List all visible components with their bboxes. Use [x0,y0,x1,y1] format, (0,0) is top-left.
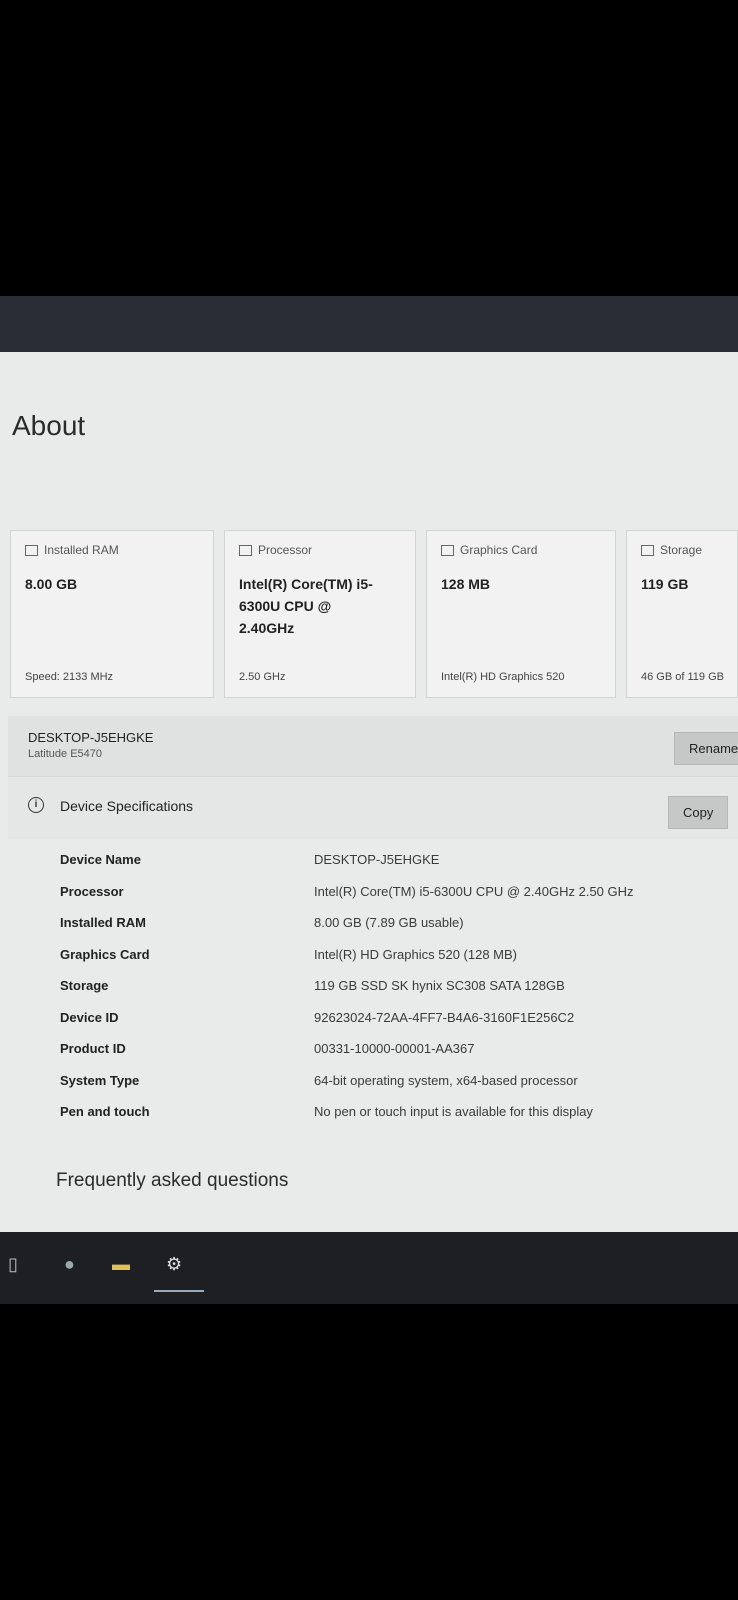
card-subtext: 46 GB of 119 GB [641,671,724,683]
spec-key: Device Name [60,852,141,867]
card-value: 119 GB [641,576,689,592]
storage-icon [641,545,654,557]
spec-value: No pen or touch input is available for t… [314,1104,593,1119]
ram-icon [25,545,38,557]
spec-row: Storage 119 GB SSD SK hynix SC308 SATA 12… [0,978,738,1002]
spec-row: Device ID 92623024-72AA-4FF7-B4A6-3160F1E… [0,1010,738,1034]
card-label: Graphics Card [460,543,538,557]
spec-key: Storage [60,978,109,993]
spec-key: Installed RAM [60,915,146,930]
spec-value: 64-bit operating system, x64-based proce… [314,1073,578,1088]
spec-row: Processor Intel(R) Core(TM) i5-6300U CPU … [0,884,738,908]
info-icon: i [28,797,44,813]
spec-row: Product ID 00331-10000-00001-AA367 [0,1041,738,1065]
spec-key: Graphics Card [60,947,150,962]
card-label: Installed RAM [44,543,119,557]
paint-icon[interactable]: ● [64,1254,75,1275]
spec-key: Product ID [60,1041,126,1056]
card-label: Processor [258,543,313,557]
device-specifications-header[interactable]: i Device Specifications [8,776,738,839]
spec-row: Graphics Card Intel(R) HD Graphics 520 (1… [0,947,738,971]
spec-value: Intel(R) HD Graphics 520 (128 MB) [314,947,518,962]
graphics-card-icon [441,545,454,557]
active-app-indicator [154,1290,204,1292]
card-label: Storage [660,543,703,557]
settings-window: About Installed RAM 8.00 GB Speed: 2133 … [0,352,738,1232]
rename-button[interactable]: Rename [674,732,738,765]
spec-value: 8.00 GB (7.89 GB usable) [314,915,464,930]
faq-heading: Frequently asked questions [56,1170,289,1191]
task-view-icon[interactable]: ▯ [8,1254,18,1275]
card-subtext: Intel(R) HD Graphics 520 [441,671,565,683]
spec-row: System Type 64-bit operating system, x64-… [0,1073,738,1097]
spec-row: Pen and touch No pen or touch input is av… [0,1104,738,1128]
spec-key: System Type [60,1073,140,1088]
spec-value: 92623024-72AA-4FF7-B4A6-3160F1E256C2 [314,1010,575,1025]
processor-icon [239,545,252,557]
spec-key: Device ID [60,1010,119,1025]
card-storage: Storage 119 GB 46 GB of 119 GB [626,530,738,698]
spec-value: Intel(R) Core(TM) i5-6300U CPU @ 2.40GHz… [314,884,634,899]
page-title: About [12,410,86,441]
spec-value: 00331-10000-00001-AA367 [314,1041,475,1056]
card-subtext: Speed: 2133 MHz [25,671,114,683]
spec-key: Processor [60,884,124,899]
device-specifications-title: Device Specifications [60,798,194,814]
settings-icon[interactable]: ⚙ [166,1254,182,1275]
spec-value: 119 GB SSD SK hynix SC308 SATA 128GB [314,978,565,993]
spec-value: DESKTOP-J5EHGKE [314,852,440,867]
device-name-section: DESKTOP-J5EHGKE Latitude E5470 [8,716,738,776]
card-processor: Processor Intel(R) Core(TM) i5-6300U CPU… [224,530,416,698]
card-value: 8.00 GB [25,576,78,592]
copy-button[interactable]: Copy [668,796,729,829]
card-subtext: 2.50 GHz [239,671,286,683]
monitor-bezel [0,296,738,356]
spec-row: Device Name DESKTOP-J5EHGKE [0,852,738,876]
taskbar: ▯ ● ▬ ⚙ [0,1232,738,1304]
card-value: 128 MB [441,576,491,592]
card-value: Intel(R) Core(TM) i5-6300U CPU @ 2.40GHz [239,576,373,636]
card-installed-ram: Installed RAM 8.00 GB Speed: 2133 MHz [10,530,214,698]
device-model: Latitude E5470 [28,748,103,760]
device-name: DESKTOP-J5EHGKE [28,730,154,745]
file-explorer-icon[interactable]: ▬ [112,1254,130,1275]
spec-key: Pen and touch [60,1104,150,1119]
spec-row: Installed RAM 8.00 GB (7.89 GB usable) [0,915,738,939]
card-graphics-card: Graphics Card 128 MB Intel(R) HD Graphic… [426,530,616,698]
